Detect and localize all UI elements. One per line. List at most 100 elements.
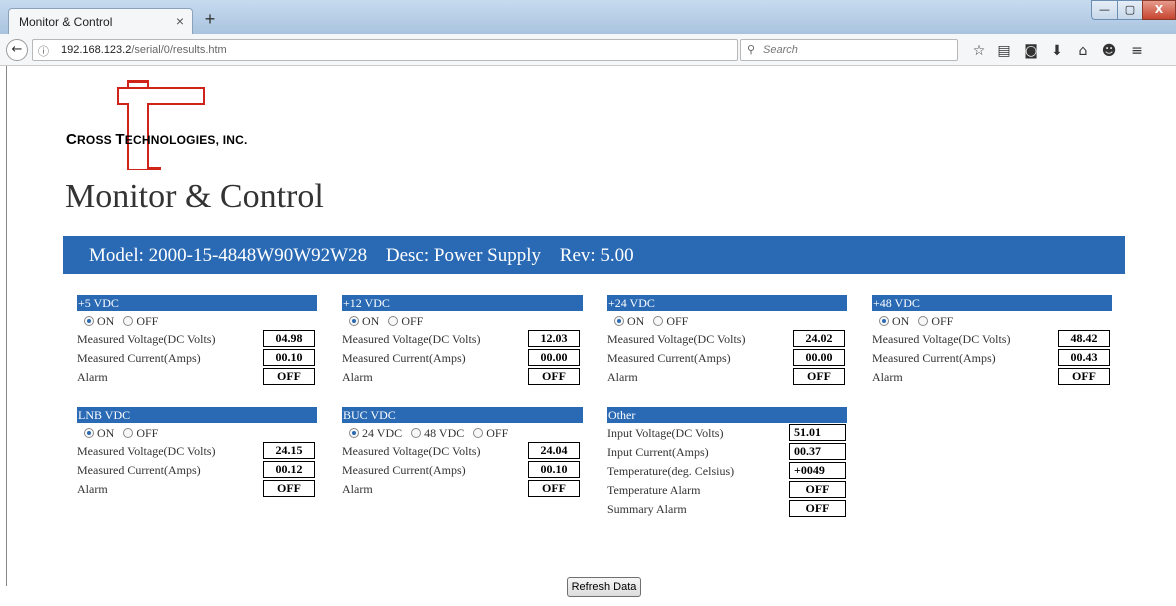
current-row: Measured Current(Amps) 00.10 [342, 461, 583, 480]
temperature-alarm-value: OFF [789, 481, 846, 498]
summary-alarm-row: Summary Alarm OFF [607, 500, 847, 519]
alarm-row: Alarm OFF [607, 368, 847, 387]
back-arrow-icon: ← [11, 42, 23, 57]
minimize-button[interactable]: — [1091, 0, 1118, 20]
voltage-row: Measured Voltage(DC Volts) 48.42 [872, 330, 1112, 349]
panel-5vdc: +5 VDC ON OFF Measured Voltage(DC Volts)… [77, 295, 317, 387]
panel-48vdc: +48 VDC ON OFF Measured Voltage(DC Volts… [872, 295, 1112, 387]
alarm-row: Alarm OFF [872, 368, 1112, 387]
voltage-row: Measured Voltage(DC Volts) 24.02 [607, 330, 847, 349]
model-value: 2000-15-4848W90W92W28 [148, 245, 368, 266]
radio-off[interactable] [653, 316, 664, 326]
rev-label: Rev: [559, 245, 596, 266]
chat-icon[interactable]: ☻ [1100, 44, 1118, 58]
voltage-value: 48.42 [1058, 330, 1110, 347]
current-value: 00.10 [528, 461, 580, 478]
url-bar[interactable]: ⓘ 192.168.123.2/serial/0/results.htm ↻ [32, 39, 759, 62]
panel-12vdc: +12 VDC ON OFF Measured Voltage(DC Volts… [342, 295, 583, 387]
voltage-value: 24.02 [793, 330, 845, 347]
url-text: 192.168.123.2/serial/0/results.htm [61, 44, 227, 56]
radio-on[interactable] [84, 428, 94, 438]
power-toggle: ON OFF [342, 311, 583, 330]
temperature-row: Temperature(deg. Celsius) +0049 [607, 462, 847, 481]
radio-off[interactable] [123, 428, 134, 438]
panel-title: +5 VDC [77, 295, 317, 311]
voltage-row: Measured Voltage(DC Volts) 12.03 [342, 330, 583, 349]
company-name: CROSS TECHNOLOGIES, INC. [66, 131, 248, 148]
alarm-row: Alarm OFF [342, 480, 583, 499]
radio-on[interactable] [879, 316, 889, 326]
star-icon[interactable]: ☆ [970, 44, 988, 58]
current-row: Measured Current(Amps) 00.00 [342, 349, 583, 368]
alarm-value: OFF [793, 368, 845, 385]
radio-off[interactable] [123, 316, 134, 326]
input-voltage-value: 51.01 [789, 424, 846, 441]
tab-close-icon[interactable]: × [176, 13, 184, 29]
current-value: 00.12 [263, 461, 315, 478]
voltage-row: Measured Voltage(DC Volts) 24.04 [342, 442, 583, 461]
radio-on[interactable] [614, 316, 624, 326]
back-button[interactable]: ← [6, 39, 28, 61]
panel-title: +24 VDC [607, 295, 847, 311]
radio-on[interactable] [84, 316, 94, 326]
current-row: Measured Current(Amps) 00.10 [77, 349, 317, 368]
new-tab-button[interactable]: + [200, 10, 220, 30]
alarm-value: OFF [528, 368, 580, 385]
panel-buc-vdc: BUC VDC 24 VDC 48 VDC OFF Measured Volta… [342, 407, 583, 499]
radio-24vdc[interactable] [349, 428, 359, 438]
alarm-row: Alarm OFF [77, 368, 317, 387]
page-title: Monitor & Control [65, 178, 324, 215]
input-current-row: Input Current(Amps) 00.37 [607, 443, 847, 462]
browser-titlebar: Monitor & Control × + — ▢ X [0, 0, 1176, 34]
current-value: 00.43 [1058, 349, 1110, 366]
browser-tab[interactable]: Monitor & Control × [8, 8, 193, 34]
power-toggle: ON OFF [77, 311, 317, 330]
page-border [6, 66, 7, 586]
radio-off[interactable] [388, 316, 399, 326]
device-info-bar: Model: 2000-15-4848W90W92W28 Desc: Power… [63, 236, 1125, 274]
pocket-icon[interactable]: ◙ [1022, 44, 1040, 58]
voltage-value: 04.98 [263, 330, 315, 347]
alarm-value: OFF [263, 480, 315, 497]
desc-value: Power Supply [433, 245, 542, 266]
maximize-button[interactable]: ▢ [1117, 0, 1143, 20]
input-voltage-row: Input Voltage(DC Volts) 51.01 [607, 424, 847, 443]
panel-title: +12 VDC [342, 295, 583, 311]
cross-logo-icon [117, 80, 205, 170]
url-host: 192.168.123.2 [61, 44, 132, 56]
voltage-value: 24.15 [263, 442, 315, 459]
current-value: 00.10 [263, 349, 315, 366]
radio-on[interactable] [349, 316, 359, 326]
url-path: /serial/0/results.htm [131, 44, 227, 56]
search-input[interactable]: ⚲ Search [740, 39, 958, 61]
alarm-value: OFF [528, 480, 580, 497]
refresh-data-button[interactable]: Refresh Data [567, 577, 641, 597]
panel-title: Other [607, 407, 847, 423]
panel-title: LNB VDC [77, 407, 317, 423]
search-placeholder: Search [763, 44, 798, 56]
search-icon: ⚲ [747, 43, 756, 56]
current-value: 00.00 [793, 349, 845, 366]
download-icon[interactable]: ⬇ [1048, 44, 1066, 58]
rev-value: 5.00 [600, 245, 634, 266]
menu-icon[interactable]: ≡ [1128, 44, 1146, 58]
alarm-row: Alarm OFF [342, 368, 583, 387]
panel-title: BUC VDC [342, 407, 583, 423]
radio-48vdc[interactable] [411, 428, 422, 438]
input-current-value: 00.37 [789, 443, 846, 460]
info-icon[interactable]: ⓘ [38, 43, 49, 59]
voltage-row: Measured Voltage(DC Volts) 24.15 [77, 442, 317, 461]
home-icon[interactable]: ⌂ [1074, 44, 1092, 58]
panel-other: Other Input Voltage(DC Volts) 51.01 Input… [607, 407, 847, 519]
power-toggle: ON OFF [607, 311, 847, 330]
panel-lnb-vdc: LNB VDC ON OFF Measured Voltage(DC Volts… [77, 407, 317, 499]
alarm-value: OFF [1058, 368, 1110, 385]
voltage-value: 12.03 [528, 330, 580, 347]
model-label: Model: [89, 245, 144, 266]
radio-off[interactable] [473, 428, 484, 438]
reading-list-icon[interactable]: ▤ [995, 44, 1013, 58]
current-value: 00.00 [528, 349, 580, 366]
window-close-button[interactable]: X [1142, 0, 1176, 20]
radio-off[interactable] [918, 316, 929, 326]
temperature-alarm-row: Temperature Alarm OFF [607, 481, 847, 500]
